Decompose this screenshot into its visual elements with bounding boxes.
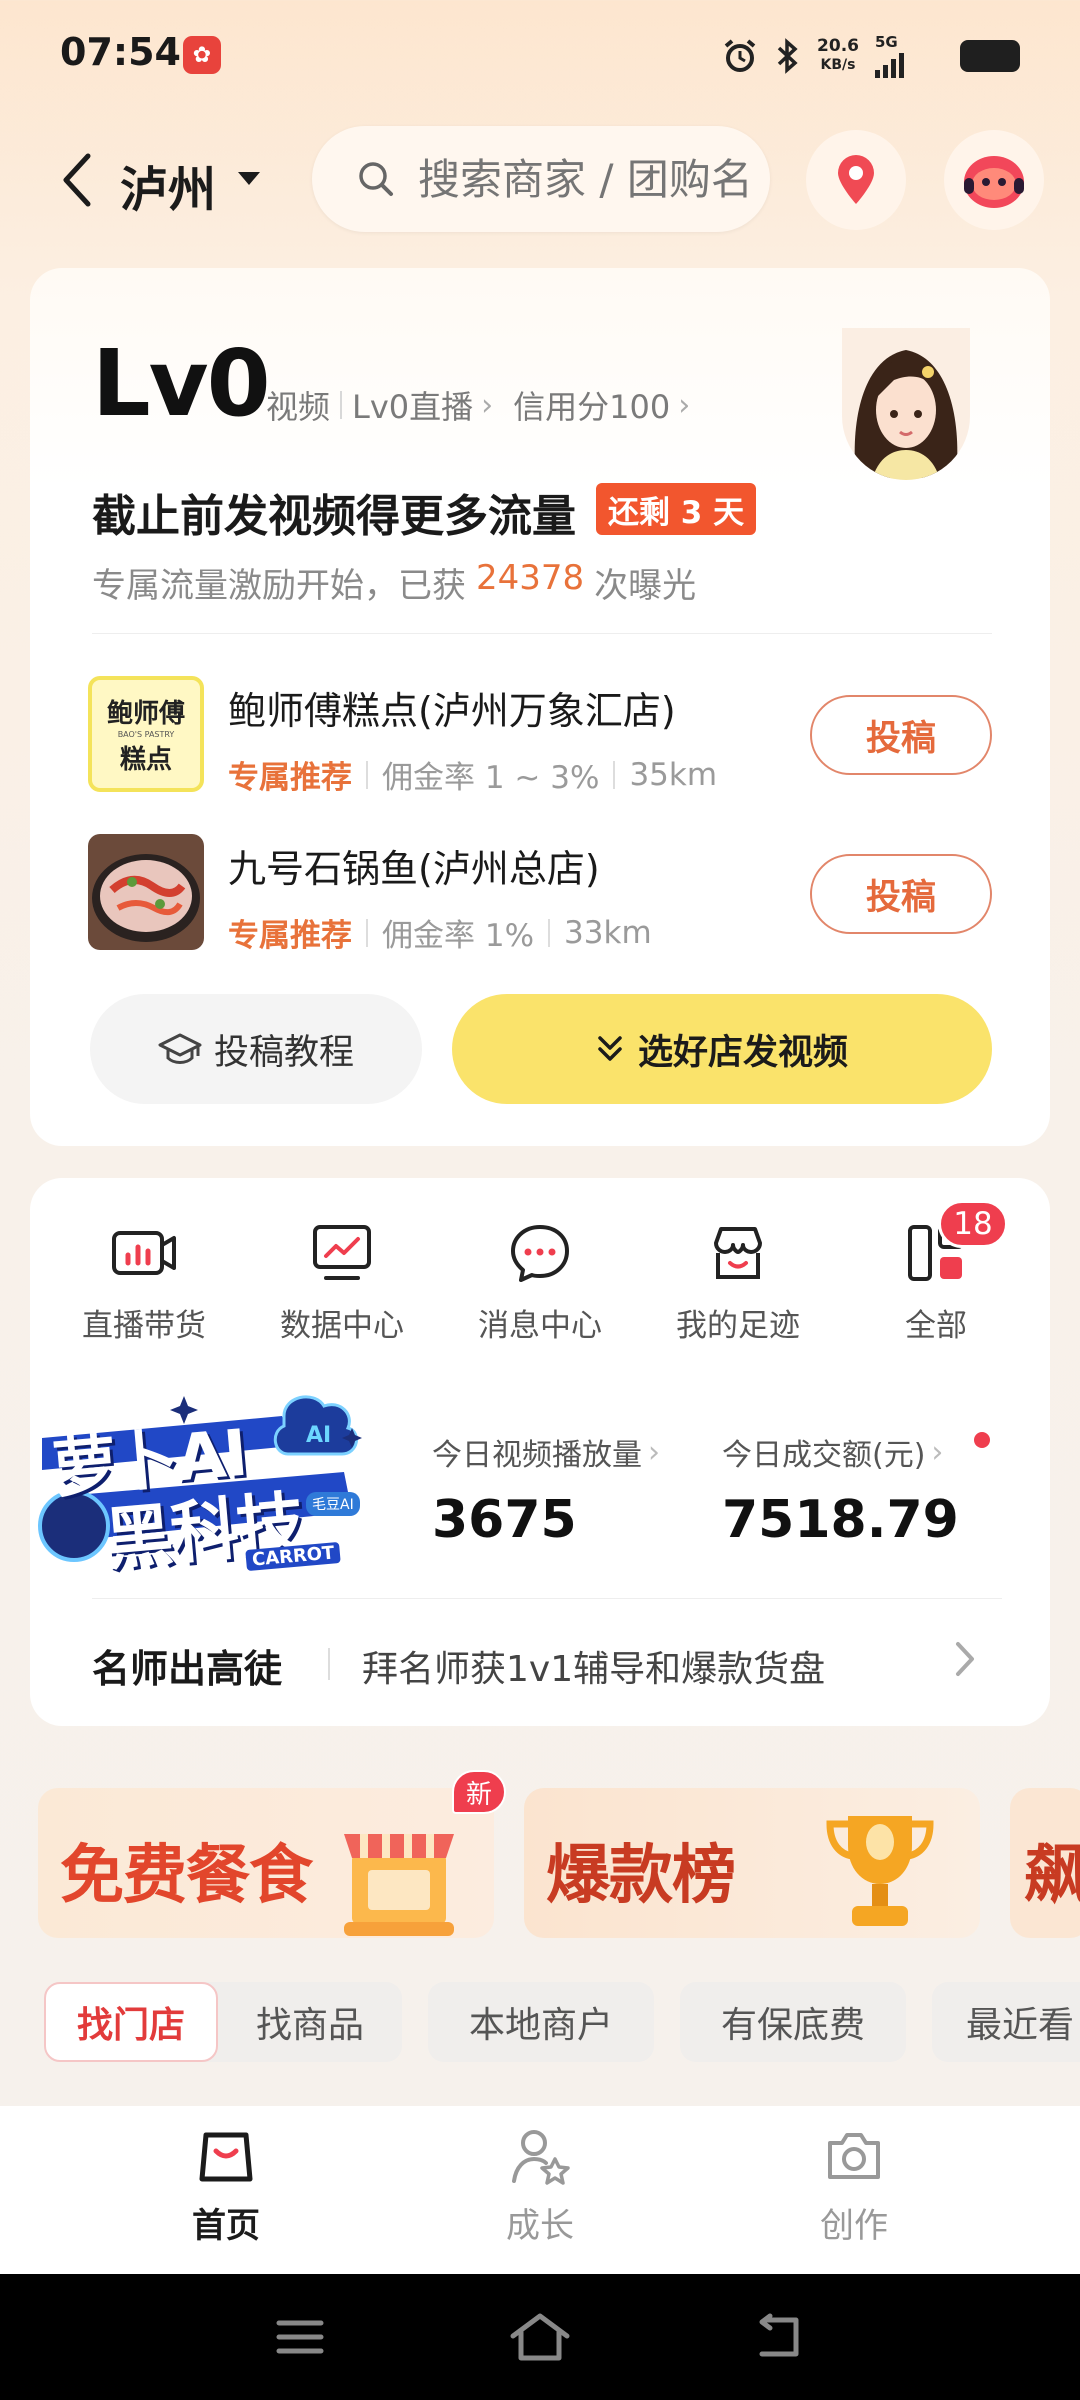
promo-hot-list[interactable]: 爆款榜 [524, 1788, 980, 1938]
tab-guaranteed-fee[interactable]: 有保底费 [680, 1982, 906, 2062]
double-chevron-down-icon [598, 1036, 622, 1061]
link-live-level[interactable]: Lv0直播 [352, 382, 473, 428]
chevron-right-icon: › [481, 387, 494, 423]
ai-assistant-button[interactable] [944, 130, 1044, 230]
divider [92, 633, 992, 634]
quick-action-footprint[interactable]: 我的足迹 [658, 1218, 818, 1345]
status-time: 07:54 [60, 30, 181, 74]
graduation-cap-icon [158, 1033, 202, 1064]
shop-meta: 专属推荐 佣金率 1 ~ 3% 35km [228, 752, 717, 797]
level-title: Lv0 [92, 330, 271, 437]
home-icon[interactable] [500, 2302, 580, 2372]
chevron-right-icon: › [931, 1434, 944, 1470]
distance: 35km [629, 756, 718, 793]
nav-growth[interactable]: 成长 [440, 2124, 640, 2247]
back-icon[interactable] [58, 150, 98, 210]
battery-icon [960, 40, 1020, 72]
commission-rate: 佣金率 1% [382, 918, 535, 954]
tab-local-merchant[interactable]: 本地商户 [428, 1982, 654, 2062]
new-badge: 新 [452, 1770, 506, 1814]
nav-create[interactable]: 创作 [754, 2124, 954, 2247]
storefront-icon [344, 1834, 454, 1936]
commission-rate: 佣金率 1 ~ 3% [382, 760, 600, 796]
link-credit-score[interactable]: 信用分100 [513, 382, 670, 428]
level-links: 视频 Lv0直播 › 信用分100 › [266, 382, 710, 428]
recommend-tag: 专属推荐 [228, 918, 352, 954]
search-icon [359, 162, 393, 196]
growth-user-icon [512, 2130, 570, 2185]
bluetooth-icon [777, 38, 798, 74]
quick-action-data-center[interactable]: 数据中心 [262, 1218, 422, 1345]
ai-assistant-icon [964, 156, 1024, 208]
location-button[interactable] [806, 130, 906, 230]
recommend-tag: 专属推荐 [228, 760, 352, 796]
location-pin-icon [838, 155, 874, 204]
exposure-count: 24378 [476, 558, 585, 598]
stat-video-views-label[interactable]: 今日视频播放量 › [432, 1430, 660, 1474]
shop-thumbnail[interactable]: 鲍师傅 BAO'S PASTRY 糕点 [88, 676, 204, 792]
status-icons: 20.6 KB/s 5G [721, 30, 1020, 82]
promo-title: 截止前发视频得更多流量 [92, 491, 576, 542]
notification-count-badge: 18 [938, 1200, 1008, 1248]
distance: 33km [564, 914, 652, 951]
footprint-icon [714, 1227, 762, 1279]
camera-icon [828, 2133, 880, 2179]
divider [92, 1598, 1002, 1599]
exposure-summary: 专属流量激励开始，已获 24378 次曝光 [92, 558, 697, 606]
quick-action-live-sales[interactable]: 直播带货 [64, 1218, 224, 1345]
ai-promo-banner[interactable]: AI 萝卜AI 黑科技 CARROT 毛豆AI [34, 1376, 374, 1596]
stat-video-views-value: 3675 [432, 1490, 577, 1550]
home-bag-icon [199, 2132, 253, 2182]
tab-find-store[interactable]: 找门店 [44, 1982, 218, 2062]
city-selector[interactable]: 泸州 [120, 150, 216, 220]
data-center-icon [313, 1225, 371, 1280]
net-speed: 20.6 KB/s [817, 36, 859, 74]
shop-name[interactable]: 鲍师傅糕点(泸州万象汇店) [228, 680, 676, 735]
signal-icon [875, 50, 904, 78]
search-bar[interactable] [312, 126, 770, 232]
divider [328, 1648, 330, 1680]
link-video[interactable]: 视频 [266, 382, 330, 428]
shop-name[interactable]: 九号石锅鱼(泸州总店) [228, 838, 600, 893]
trophy-icon [826, 1816, 934, 1926]
search-input[interactable] [418, 154, 748, 204]
stat-gmv-value: 7518.79 [722, 1490, 959, 1550]
tutorial-button[interactable]: 投稿教程 [90, 994, 422, 1104]
chevron-right-icon: › [678, 387, 691, 423]
live-sales-icon [112, 1231, 176, 1275]
message-icon [511, 1225, 569, 1282]
quick-action-messages[interactable]: 消息中心 [460, 1218, 620, 1345]
back-nav-icon[interactable] [740, 2302, 820, 2372]
tab-find-product[interactable]: 找商品 [218, 1982, 402, 2062]
notification-app-icon: ✿ [183, 36, 221, 74]
tab-recently-viewed[interactable]: 最近看 [932, 1982, 1080, 2062]
promo-more[interactable]: 飙 [1010, 1788, 1080, 1938]
chevron-right-icon[interactable] [950, 1634, 980, 1684]
mentor-description[interactable]: 拜名师获1v1辅导和爆款货盘 [362, 1640, 825, 1692]
nav-home[interactable]: 首页 [126, 2124, 326, 2247]
city-dropdown-icon[interactable] [238, 172, 260, 185]
svg-text:AI: AI [306, 1423, 331, 1448]
promo-free-meal[interactable]: 免费餐食 [38, 1788, 494, 1938]
shop-thumbnail[interactable] [88, 834, 204, 950]
unread-dot [974, 1432, 990, 1448]
network-type: 5G [875, 32, 898, 51]
choose-shop-button[interactable]: 选好店发视频 [452, 994, 992, 1104]
submit-button[interactable]: 投稿 [810, 695, 992, 775]
avatar[interactable] [842, 328, 970, 480]
mentor-title[interactable]: 名师出高徒 [92, 1638, 282, 1693]
chevron-right-icon: › [648, 1434, 660, 1470]
shop-meta: 专属推荐 佣金率 1% 33km [228, 910, 652, 955]
stat-gmv-label[interactable]: 今日成交额(元) › [722, 1430, 943, 1474]
days-left-badge: 还剩 3 天 [596, 483, 757, 535]
alarm-icon [724, 39, 756, 72]
menu-icon[interactable] [260, 2302, 340, 2372]
submit-button[interactable]: 投稿 [810, 854, 992, 934]
